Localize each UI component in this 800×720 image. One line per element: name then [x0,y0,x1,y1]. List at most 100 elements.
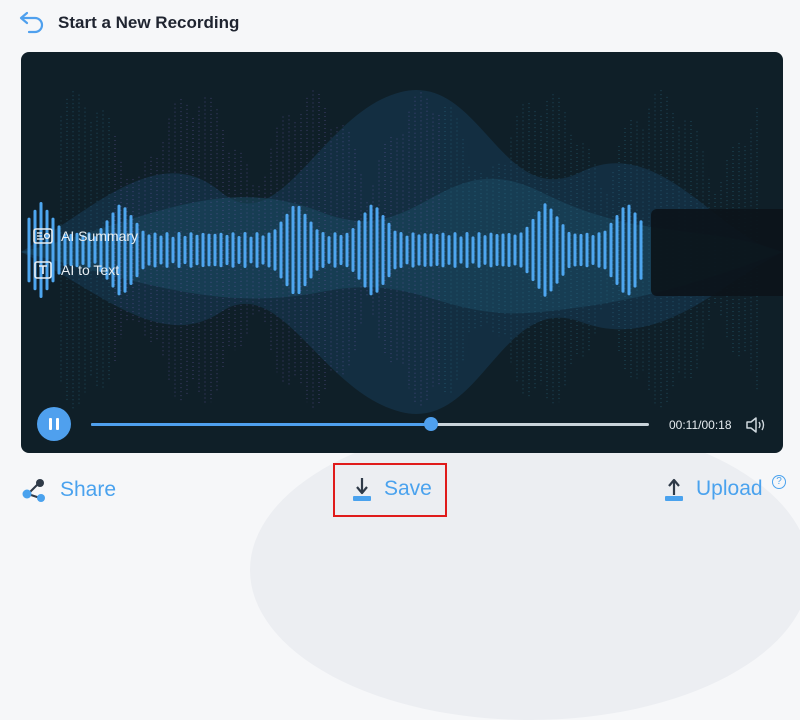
waveform-bar [429,233,433,267]
ai-to-text-label: AI to Text [61,262,120,278]
save-button[interactable]: Save [352,476,432,502]
waveform-bar [27,217,31,283]
waveform-bar [495,233,499,267]
waveform-bar [483,235,487,265]
waveform-bar [573,233,577,267]
waveform-bar [195,234,199,266]
waveform-bar [603,230,607,270]
waveform-bar [639,220,643,280]
volume-icon[interactable] [744,414,768,436]
waveform-bar [309,221,313,279]
waveform-bar [591,234,595,266]
waveform-bar [381,215,385,285]
waveform-bar [147,234,151,266]
progress-fill [91,423,432,426]
waveform-bar [351,228,355,272]
waveform-bar [525,226,529,274]
pause-icon [49,418,52,430]
waveform-bar [249,236,253,264]
waveform-bar [231,232,235,268]
background-decoration [250,420,800,720]
progress-track[interactable] [91,417,649,431]
waveform-bar [213,233,217,267]
waveform-bar [327,236,331,264]
share-label: Share [60,478,117,501]
waveform-bar [183,235,187,265]
header: Start a New Recording [18,8,239,38]
upload-label: Upload [696,477,763,500]
waveform-bar [399,232,403,268]
waveform-bar [345,232,349,268]
waveform-bar [141,230,145,270]
waveform-bar [501,233,505,267]
waveform-bar [255,232,259,268]
waveform-bar [465,232,469,268]
waveform-bar [543,203,547,297]
waveform-bar [177,232,181,268]
waveform-bar [567,231,571,269]
waveform-bar [627,204,631,296]
waveform-bar [237,236,241,264]
back-arrow-icon[interactable] [18,11,48,35]
waveform-bar [225,234,229,266]
ai-summary-button[interactable]: AI Summary [33,224,138,248]
waveform-bar [189,232,193,268]
waveform-bar [579,233,583,267]
waveform-bar [423,233,427,267]
waveform-bar [375,207,379,293]
waveform-bar [357,220,361,280]
waveform-bar [165,232,169,268]
share-button[interactable]: Share [20,476,116,504]
waveform-bar [291,205,295,295]
waveform-bar [285,213,289,287]
waveform-bar [267,232,271,268]
waveform-bar [621,207,625,293]
waveform-bar [489,232,493,268]
pause-button[interactable] [37,407,71,441]
waveform-bar [531,218,535,282]
waveform-bar [159,235,163,265]
waveform-bar [393,230,397,270]
waveform-bar [597,232,601,268]
waveform-bar [477,232,481,268]
waveform-bar [555,216,559,284]
upload-icon [665,478,683,501]
waveform-bar [219,232,223,268]
waveform-bar [435,234,439,266]
waveform-bar [615,215,619,285]
waveform-bar [405,235,409,265]
upload-button[interactable]: Upload [664,476,763,502]
waveform-bar [123,207,127,293]
waveform-bar [507,233,511,267]
waveform-bar [303,213,307,287]
waveform-bar [339,234,343,266]
waveform-bar [441,232,445,268]
waveform-bar [453,232,457,268]
waveform-bar [153,232,157,268]
summary-card-icon [33,228,53,244]
share-icon [22,479,45,502]
waveform-bar [297,205,301,295]
waveform-bar [561,224,565,276]
waveform-bar [321,232,325,268]
ai-to-text-button[interactable]: AI to Text [33,258,119,282]
help-icon[interactable]: ? [772,475,786,489]
waveform-bar [609,222,613,278]
waveform-bar [537,211,541,289]
audio-player: AI Summary AI to Text 00:11/00:18 [21,52,783,453]
waveform-bar [633,212,637,288]
waveform-bar [273,229,277,271]
waveform-bar [243,232,247,268]
waveform-bar [171,236,175,264]
waveform-bar [261,235,265,265]
waveform-bar [519,232,523,268]
waveform-bar [279,221,283,279]
waveform-bar [585,232,589,268]
waveform-bar [333,232,337,268]
text-box-icon [34,261,52,279]
waveform-bar [207,233,211,267]
page-title: Start a New Recording [58,13,240,32]
waveform-bar [387,222,391,278]
waveform-bar [549,208,553,292]
waveform-bar [411,232,415,268]
